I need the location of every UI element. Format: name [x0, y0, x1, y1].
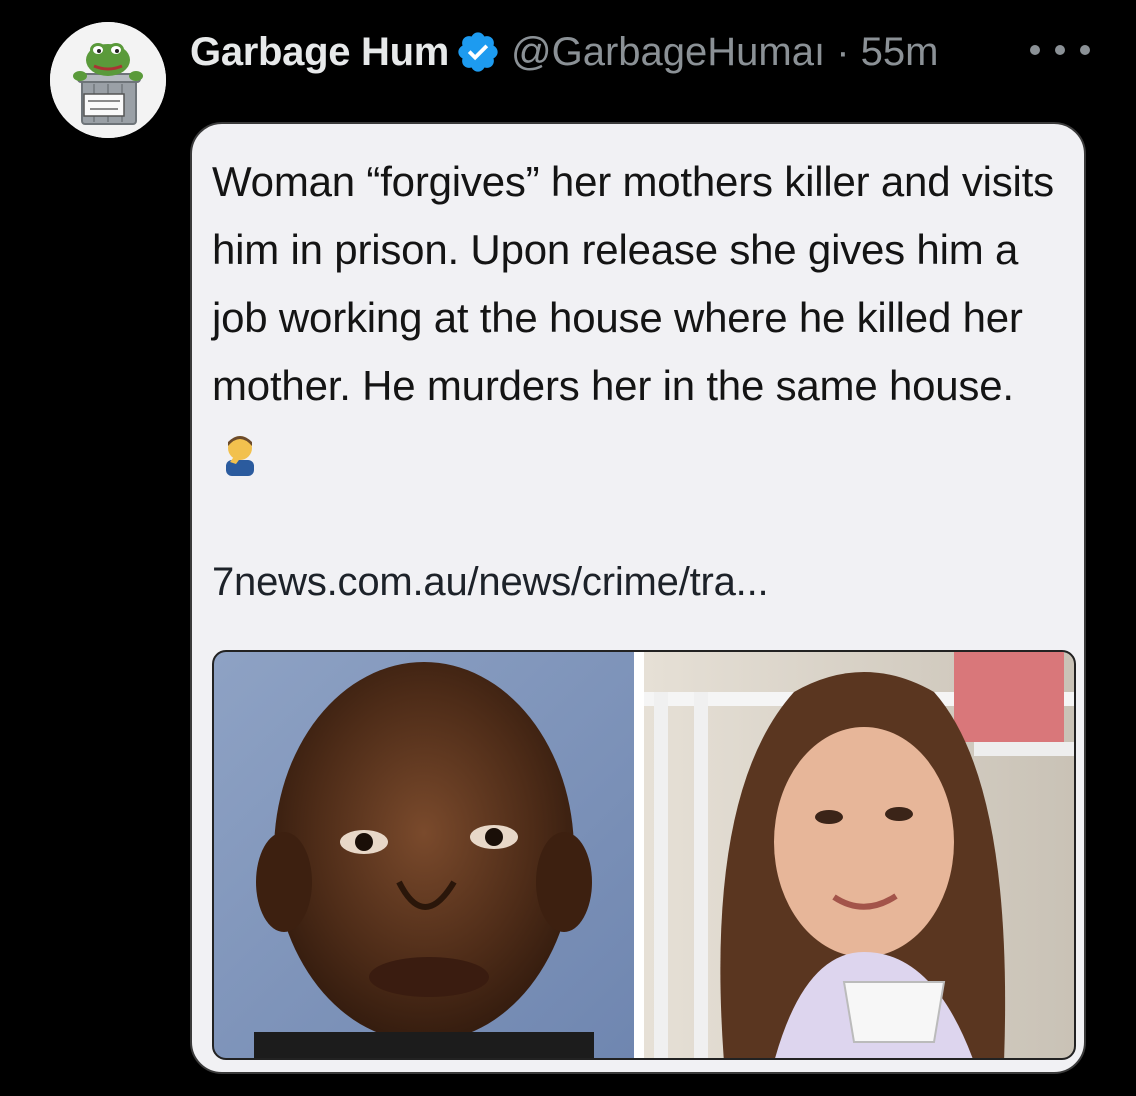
verified-badge-icon[interactable] [455, 29, 501, 75]
more-horizontal-icon[interactable] [1030, 30, 1090, 70]
facepalm-emoji-icon [220, 428, 260, 476]
man-portrait-image [214, 652, 634, 1058]
tweet-timestamp[interactable]: 55m [861, 30, 939, 75]
author-handle[interactable]: @GarbageHumaı [511, 30, 825, 75]
card-headline: Woman “forgives” her mothers killer and … [212, 148, 1072, 488]
woman-portrait-image [644, 652, 1074, 1058]
frog-trashcan-avatar-icon [50, 22, 166, 138]
header-separator: · [836, 29, 850, 74]
card-headline-text: Woman “forgives” her mothers killer and … [212, 158, 1054, 409]
avatar[interactable] [50, 22, 166, 138]
article-photos [212, 650, 1076, 1060]
tweet-media-card[interactable]: Woman “forgives” her mothers killer and … [190, 122, 1086, 1074]
photo-divider [634, 652, 644, 1058]
tweet-header: Garbage Hum @GarbageHumaı · 55m [190, 24, 938, 80]
author-display-name[interactable]: Garbage Hum [190, 30, 449, 75]
card-link[interactable]: 7news.com.au/news/crime/tra... [212, 560, 769, 605]
